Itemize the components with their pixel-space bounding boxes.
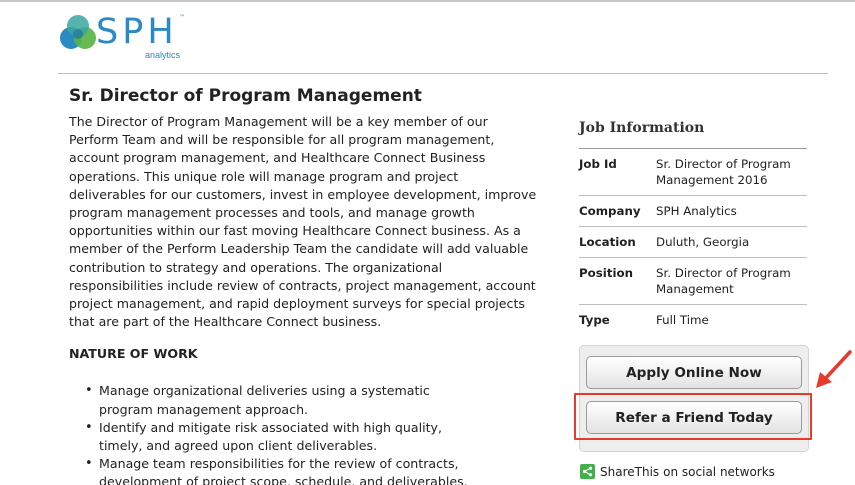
- info-value: Full Time: [656, 313, 709, 327]
- info-value: SPH Analytics: [656, 204, 737, 218]
- info-value: Sr. Director of Program Management: [656, 266, 791, 296]
- duties-list: Manage organizational deliveries using a…: [69, 382, 487, 485]
- info-label: Location: [579, 235, 636, 249]
- nature-of-work-heading: NATURE OF WORK: [69, 346, 198, 362]
- info-label: Job Id: [579, 157, 617, 171]
- sharethis-text: on social networks: [663, 464, 775, 479]
- info-row-type: Type Full Time: [579, 305, 807, 335]
- logo-tagline: analytics: [145, 50, 181, 60]
- share-icon: [580, 464, 595, 479]
- job-posting-page: SPH ™ analytics Sr. Director of Program …: [0, 0, 855, 485]
- info-label: Position: [579, 266, 634, 280]
- sharethis-link[interactable]: ShareThis on social networks: [580, 464, 775, 479]
- job-description-column: Sr. Director of Program Management The D…: [69, 84, 539, 485]
- duty-item: Identify and mitigate risk associated wi…: [85, 419, 487, 455]
- duty-item: Manage organizational deliveries using a…: [85, 382, 487, 418]
- job-information-panel: Job Information Job Id Sr. Director of P…: [579, 118, 807, 335]
- logo-mark-icon: [60, 15, 96, 49]
- info-label: Company: [579, 204, 641, 218]
- apply-online-button[interactable]: Apply Online Now: [586, 356, 802, 389]
- job-title: Sr. Director of Program Management: [69, 86, 422, 106]
- red-arrow-icon: [816, 350, 852, 388]
- info-value: Sr. Director of Program Management 2016: [656, 157, 791, 187]
- info-row-job-id: Job Id Sr. Director of Program Managemen…: [579, 149, 807, 196]
- refer-highlight-box: [574, 393, 812, 440]
- duty-item: Manage team responsibilities for the rev…: [85, 455, 487, 485]
- info-value: Duluth, Georgia: [656, 235, 750, 249]
- job-description: The Director of Program Management will …: [69, 114, 537, 330]
- sph-analytics-logo[interactable]: SPH ™ analytics: [58, 10, 188, 64]
- info-row-position: Position Sr. Director of Program Managem…: [579, 258, 807, 305]
- header-divider: [58, 73, 828, 74]
- logo-wordmark: SPH: [96, 12, 178, 52]
- info-label: Type: [579, 313, 610, 327]
- logo-trademark: ™: [179, 14, 185, 21]
- job-information-heading: Job Information: [579, 118, 807, 149]
- top-border: [0, 0, 855, 2]
- info-row-location: Location Duluth, Georgia: [579, 227, 807, 258]
- sharethis-brand: ShareThis: [600, 464, 660, 479]
- info-row-company: Company SPH Analytics: [579, 196, 807, 227]
